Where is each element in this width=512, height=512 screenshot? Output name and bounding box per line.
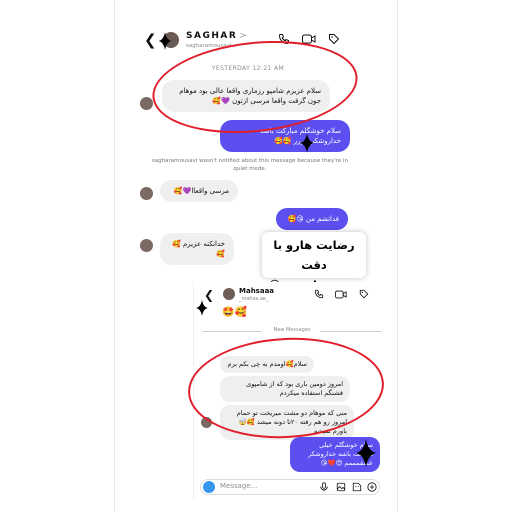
message-input-bar[interactable]: Message...: [200, 479, 380, 495]
divider-line: [320, 331, 382, 332]
sender-avatar: [140, 239, 153, 252]
sparkle-icon: [300, 133, 314, 153]
avatar[interactable]: [223, 288, 235, 300]
chat-username[interactable]: Mahsaaa: [239, 287, 274, 295]
chat-handle: _mahsa.ae_: [239, 296, 269, 302]
sparkle-icon: [196, 300, 208, 316]
sparkle-icon: [158, 32, 172, 50]
camera-icon[interactable]: [203, 481, 215, 493]
sender-avatar: [140, 97, 153, 110]
back-chevron-icon[interactable]: ❮: [144, 31, 157, 49]
chat-username[interactable]: SAGHAR >: [186, 31, 247, 41]
caption-line-1: رضایت هارو با دقت: [273, 238, 355, 272]
quiet-mode-notice: sagharamousavi wasn't notified about thi…: [151, 158, 349, 172]
tag-icon[interactable]: [328, 33, 340, 45]
message-input[interactable]: Message...: [220, 482, 257, 490]
sticker-icon[interactable]: [352, 482, 362, 492]
video-camera-icon[interactable]: [335, 290, 347, 299]
gallery-icon[interactable]: [336, 482, 346, 492]
username-chevron: >: [239, 31, 247, 41]
left-divider: [114, 0, 115, 512]
sparkle-icon: [356, 439, 376, 467]
sender-avatar: [140, 187, 153, 200]
new-messages-label: New Messages: [273, 327, 311, 333]
microphone-icon[interactable]: [319, 482, 329, 492]
caption-text-box: رضایت هارو با دقت بخون خانیومم😉: [262, 232, 366, 292]
story-canvas: ❮ SAGHAR > sagharamousavi YESTERDAY 12:21…: [0, 0, 512, 512]
phone-icon[interactable]: [314, 289, 324, 299]
message-bubble-incoming[interactable]: مرسی واقعاا💜🥰: [160, 180, 238, 202]
new-messages-divider: New Messages: [202, 327, 382, 335]
tag-icon[interactable]: [359, 289, 369, 299]
emoji-reaction: 🤩🥰: [222, 307, 247, 318]
plus-icon[interactable]: [367, 482, 377, 492]
message-bubble-outgoing[interactable]: فداتشم من 😘🥰: [276, 208, 348, 230]
message-bubble-incoming[interactable]: خدانکنه عزیزم 🥰🥰: [160, 233, 234, 265]
right-divider: [397, 0, 398, 512]
